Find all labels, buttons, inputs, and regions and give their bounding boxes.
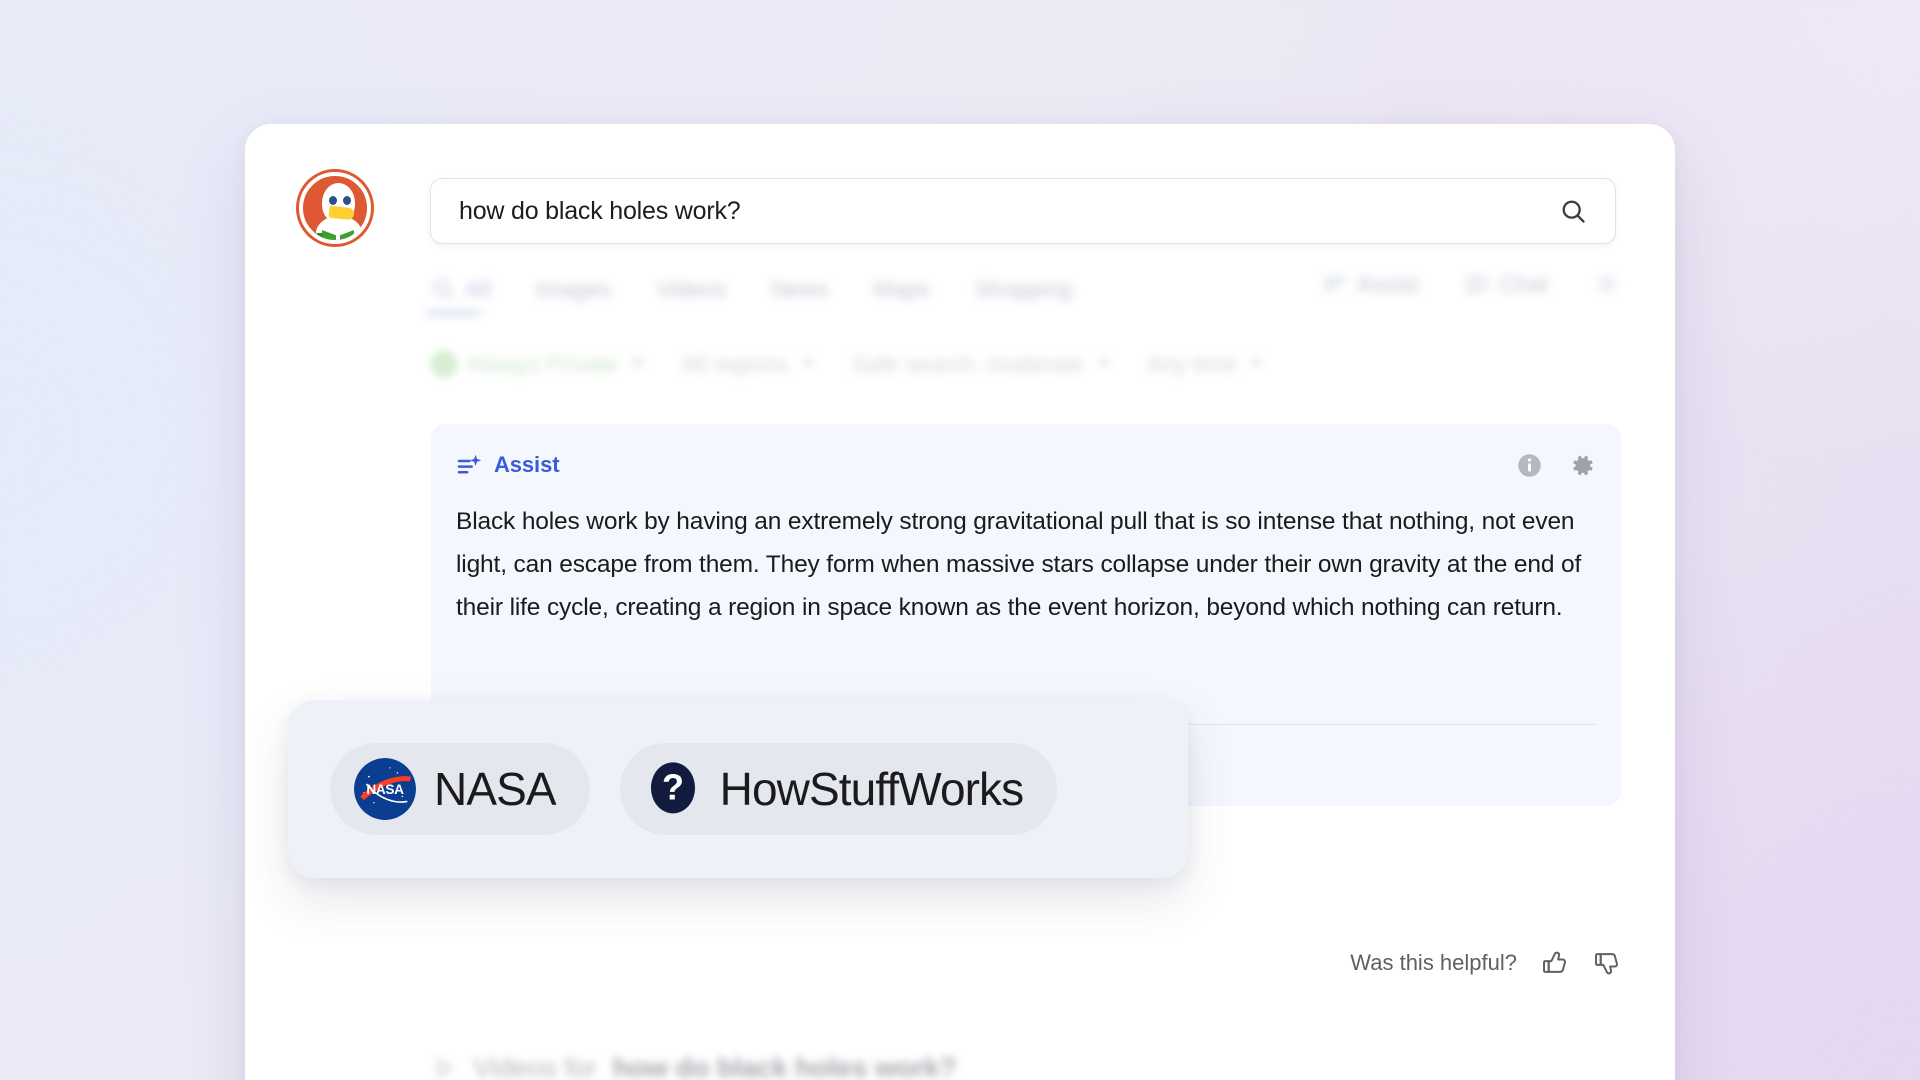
nasa-meatball-logo: NASA (354, 758, 416, 820)
source-chip-label: NASA (434, 762, 556, 816)
play-triangle-icon (431, 1055, 457, 1080)
info-icon[interactable] (1516, 452, 1543, 479)
svg-text:NASA: NASA (366, 782, 404, 797)
search-bar[interactable] (430, 178, 1616, 244)
tab-all[interactable]: All (430, 276, 491, 313)
browser-page-card: All Images Videos News Maps Shopping Ass… (245, 124, 1675, 1080)
source-chip-nasa[interactable]: NASA NASA (330, 743, 590, 835)
tab-label: Shopping (975, 276, 1072, 303)
source-chip-howstuffworks[interactable]: ? HowStuffWorks (620, 743, 1058, 835)
search-vertical-tabs: All Images Videos News Maps Shopping Ass… (430, 266, 1620, 322)
chat-plus-icon (1464, 271, 1490, 297)
filter-label: All regions (681, 351, 788, 378)
tab-label: Maps (873, 276, 929, 303)
nav-chat-label: Chat (1499, 271, 1548, 298)
chevron-down-icon (1249, 360, 1263, 368)
search-filters-row: Always Private All regions Safe search: … (431, 340, 1621, 388)
assist-title: Assist (494, 452, 559, 478)
chevron-down-icon (1097, 360, 1111, 368)
howstuffworks-question-mark-logo: ? (644, 760, 702, 818)
assist-brand: Assist (456, 452, 559, 479)
gear-icon (1594, 271, 1620, 297)
filter-time[interactable]: Any time (1147, 351, 1263, 378)
shield-check-icon (431, 351, 457, 377)
tab-label: Videos (656, 276, 726, 303)
tab-maps[interactable]: Maps (873, 276, 929, 313)
tab-label: News (771, 276, 829, 303)
assist-sparkle-icon (456, 452, 483, 479)
tab-label: All (465, 276, 491, 303)
search-header (245, 124, 1675, 274)
thumbs-up-icon[interactable] (1541, 949, 1569, 977)
gear-icon[interactable] (1569, 452, 1596, 479)
assist-sources-popover: NASA NASA ? HowStuffWorks (288, 700, 1188, 878)
assist-card-header: Assist (456, 448, 1596, 482)
chevron-down-icon (631, 360, 645, 368)
assist-card-actions (1516, 452, 1596, 479)
tab-shopping[interactable]: Shopping (975, 276, 1072, 313)
thumbs-down-icon[interactable] (1593, 949, 1621, 977)
search-submit-button[interactable] (1531, 179, 1615, 243)
filter-safe-search[interactable]: Safe search: moderate (851, 351, 1111, 378)
videos-heading-prefix: Videos for (473, 1052, 597, 1080)
nav-assist-button[interactable]: Assist (1322, 271, 1418, 308)
search-icon (430, 276, 456, 302)
source-chip-label: HowStuffWorks (720, 762, 1024, 816)
tab-label: Images (536, 276, 611, 303)
search-icon (1559, 197, 1588, 226)
tab-videos[interactable]: Videos (656, 276, 726, 313)
videos-heading-query: how do black holes work? (613, 1052, 957, 1080)
feedback-question: Was this helpful? (1350, 950, 1517, 976)
videos-section-heading: Videos for how do black holes work? (431, 1052, 956, 1080)
nav-assist-label: Assist (1357, 271, 1418, 298)
assist-answer-text: Black holes work by having an extremely … (456, 500, 1599, 629)
svg-text:?: ? (662, 766, 684, 807)
nav-settings-button[interactable] (1594, 271, 1620, 307)
assist-sparkle-icon (1322, 271, 1348, 297)
duckduckgo-duck-logo[interactable] (299, 172, 371, 244)
filter-region[interactable]: All regions (681, 351, 815, 378)
tab-news[interactable]: News (771, 276, 829, 313)
filter-label: Always Private (467, 351, 618, 378)
search-input[interactable] (431, 197, 1531, 226)
filter-label: Safe search: moderate (851, 351, 1084, 378)
assist-feedback-row: Was this helpful? (431, 949, 1621, 977)
chevron-down-icon (801, 360, 815, 368)
nav-chat-button[interactable]: Chat (1464, 271, 1548, 308)
filter-always-private[interactable]: Always Private (431, 351, 645, 378)
tab-images[interactable]: Images (536, 276, 611, 313)
filter-label: Any time (1147, 351, 1236, 378)
